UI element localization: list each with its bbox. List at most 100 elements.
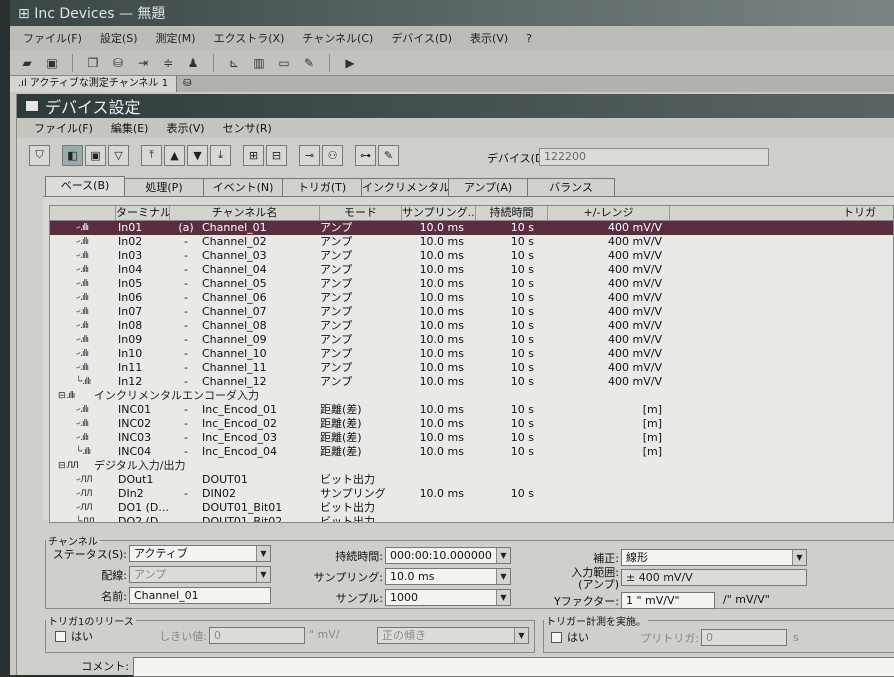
trigger-measure-checkbox[interactable] — [551, 632, 562, 643]
copy-icon[interactable]: ❐ — [84, 55, 102, 71]
bar-chart-icon[interactable]: ▥ — [250, 55, 268, 71]
terminal-cell: INC04 — [118, 445, 152, 458]
duration-select[interactable]: 000:00:10.000000 ▼ — [385, 547, 511, 564]
wiring-select[interactable]: アンプ ▼ — [129, 566, 271, 583]
table-row[interactable]: └·ЛЛ DO2 (D... DOUT01_Bit02 ビット出力 — [50, 515, 893, 522]
table-row[interactable]: -·.ıllı INC02 - Inc_Encod_02 距離(差) 10.0 ms 10 … — [50, 417, 893, 431]
open-folder-icon[interactable]: ▰ — [18, 55, 36, 71]
tab-trigger[interactable]: トリガ(T) — [282, 178, 362, 196]
save-icon[interactable]: ▣ — [43, 55, 61, 71]
duration-cell: 10 s — [510, 305, 534, 318]
probe-icon[interactable]: ♟ — [184, 55, 202, 71]
sampling-select[interactable]: 10.0 ms ▼ — [385, 568, 511, 585]
connector-icon[interactable]: ⊸ — [299, 144, 320, 166]
binoculars-icon[interactable]: ⚇ — [322, 144, 343, 166]
pretrigger-input[interactable]: 0 — [701, 629, 787, 646]
group-toggle-icon[interactable]: ⊟ ЛЛ — [58, 459, 98, 473]
collapse-icon[interactable]: ⊟ — [266, 144, 287, 166]
edge-select[interactable]: 正の傾き ▼ — [377, 627, 529, 644]
table-row[interactable]: -·ЛЛ DO1 (D... DOUT01_Bit01 ビット出力 — [50, 501, 893, 515]
menu-file[interactable]: ファイル(F) — [14, 30, 91, 46]
tab-amplifier[interactable]: アンプ(A) — [448, 178, 528, 196]
group-toggle-icon[interactable]: ⊟ .ıllı — [58, 389, 98, 403]
filter-icon[interactable]: ▽ — [108, 144, 129, 166]
table-row[interactable]: -·.ıllı INC01 - Inc_Encod_01 距離(差) 10.0 ms 10 … — [50, 403, 893, 417]
table-row[interactable]: └·.ıllı In12 - Channel_12 アンプ 10.0 ms 10 s 400 … — [50, 375, 893, 389]
correction-select[interactable]: 線形 ▼ — [621, 549, 807, 566]
col-duration[interactable]: 持続時間 — [476, 206, 548, 220]
expand-icon[interactable]: ⊞ — [243, 144, 264, 166]
name-input[interactable]: Channel_01 — [129, 587, 271, 604]
sample-select[interactable]: 1000 ▼ — [385, 589, 511, 606]
device-field[interactable]: 122200 — [539, 148, 769, 166]
table-row[interactable]: -·.ıllı INC03 - Inc_Encod_03 距離(差) 10.0 ms 10 … — [50, 431, 893, 445]
table-row[interactable]: -·.ıllı In05 - Channel_05 アンプ 10.0 ms 10 s 400 … — [50, 277, 893, 291]
col-terminal[interactable]: ターミナル — [116, 206, 170, 220]
menu-measure[interactable]: 測定(M) — [147, 30, 205, 46]
table-row[interactable]: -·.ıllı In01 (a) Channel_01 アンプ 10.0 ms 10 s 40… — [50, 221, 893, 235]
sensor-icon[interactable]: ⊶ — [355, 144, 376, 166]
table-icon[interactable]: ▭ — [275, 55, 293, 71]
device-menu-file[interactable]: ファイル(F) — [25, 120, 102, 136]
tab-event[interactable]: イベント(N) — [203, 178, 283, 196]
menu-device[interactable]: デバイス(D) — [382, 30, 461, 46]
tree-indicator-icon: -·.ıllı — [76, 251, 89, 261]
split-view-icon[interactable]: ◧ — [62, 144, 83, 166]
device-menu-sensor[interactable]: センサ(R) — [214, 120, 281, 136]
menu-help[interactable]: ? — [517, 32, 541, 45]
table-row[interactable]: -·.ıllı In09 - Channel_09 アンプ 10.0 ms 10 s 400 … — [50, 333, 893, 347]
yfactor-input[interactable]: 1 " mV/V" — [621, 592, 715, 609]
menu-extra[interactable]: エクストラ(X) — [205, 30, 294, 46]
trigger-release-legend: トリガ1のリリース — [48, 617, 134, 628]
menu-channel[interactable]: チャンネル(C) — [293, 30, 382, 46]
col-channel-name[interactable]: チャンネル名 — [170, 206, 320, 220]
device-menu-edit[interactable]: 編集(E) — [102, 120, 158, 136]
col-trigger[interactable]: トリガ — [670, 206, 893, 220]
col-mode[interactable]: モード — [320, 206, 402, 220]
col-range[interactable]: +/-レンジ — [548, 206, 670, 220]
split-icon[interactable]: ≑ — [159, 55, 177, 71]
database-icon[interactable]: ⛁ — [109, 55, 127, 71]
group-row[interactable]: ⊟ ЛЛ デジタル入力/出力 — [50, 459, 893, 473]
channel-table: ターミナル チャンネル名 モード サンプリング... 持続時間 +/-レンジ ト… — [49, 205, 894, 523]
move-bottom-icon[interactable]: ⤓ — [210, 144, 231, 166]
menu-settings[interactable]: 設定(S) — [91, 30, 147, 46]
table-row[interactable]: -·.ıllı In06 - Channel_06 アンプ 10.0 ms 10 s 400 … — [50, 291, 893, 305]
chevron-down-icon: ▼ — [496, 590, 510, 605]
shield-icon[interactable]: ⛉ — [29, 144, 50, 166]
table-row[interactable]: -·.ıllı In07 - Channel_07 アンプ 10.0 ms 10 s 400 … — [50, 305, 893, 319]
database-tab-icon[interactable]: ⛁ — [177, 76, 197, 92]
tab-incremental-encoder[interactable]: インクリメンタルエンコーダ — [361, 178, 449, 196]
play-icon[interactable]: ▶ — [341, 55, 359, 71]
menu-view[interactable]: 表示(V) — [461, 30, 517, 46]
step-icon[interactable]: ⇥ — [134, 55, 152, 71]
move-top-icon[interactable]: ⤒ — [141, 144, 162, 166]
table-row[interactable]: -·.ıllı In02 - Channel_02 アンプ 10.0 ms 10 s 400 … — [50, 235, 893, 249]
threshold-input[interactable]: 0 — [209, 627, 305, 644]
monitor-icon[interactable]: ▣ — [85, 144, 106, 166]
table-row[interactable]: └·.ıllı INC04 - Inc_Encod_04 距離(差) 10.0 ms 10 … — [50, 445, 893, 459]
correction-value: 線形 — [626, 551, 648, 564]
table-row[interactable]: -·.ıllı In04 - Channel_04 アンプ 10.0 ms 10 s 400 … — [50, 263, 893, 277]
table-row[interactable]: -·ЛЛ DIn2 - DIN02 サンプリング 10.0 ms 10 s — [50, 487, 893, 501]
pen-icon[interactable]: ✎ — [378, 144, 399, 166]
table-row[interactable]: -·.ıllı In10 - Channel_10 アンプ 10.0 ms 10 s 400 … — [50, 347, 893, 361]
table-row[interactable]: -·.ıllı In11 - Channel_11 アンプ 10.0 ms 10 s 400 … — [50, 361, 893, 375]
move-down-icon[interactable]: ▼ — [187, 144, 208, 166]
move-up-icon[interactable]: ▲ — [164, 144, 185, 166]
group-row[interactable]: ⊟ .ıllı インクリメンタルエンコーダ入力 — [50, 389, 893, 403]
comment-input[interactable] — [133, 657, 894, 677]
trigger-release-checkbox[interactable] — [55, 631, 66, 642]
status-select[interactable]: アクティブ ▼ — [129, 545, 271, 562]
table-row[interactable]: -·.ıllı In03 - Channel_03 アンプ 10.0 ms 10 s 400 … — [50, 249, 893, 263]
table-row[interactable]: -·ЛЛ DOut1 DOUT01 ビット出力 — [50, 473, 893, 487]
table-row[interactable]: -·.ıllı In08 - Channel_08 アンプ 10.0 ms 10 s 400 … — [50, 319, 893, 333]
tab-base[interactable]: ベース(B) — [45, 176, 125, 196]
tab-processing[interactable]: 処理(P) — [124, 178, 204, 196]
col-sampling[interactable]: サンプリング... — [402, 206, 476, 220]
tab-balance[interactable]: バランス — [527, 178, 615, 196]
device-menu-view[interactable]: 表示(V) — [157, 120, 213, 136]
edit-icon[interactable]: ✎ — [300, 55, 318, 71]
line-chart-icon[interactable]: ⊾ — [225, 55, 243, 71]
tab-active-channels[interactable]: .ıl アクティブな測定チャンネル 1 — [10, 76, 178, 92]
